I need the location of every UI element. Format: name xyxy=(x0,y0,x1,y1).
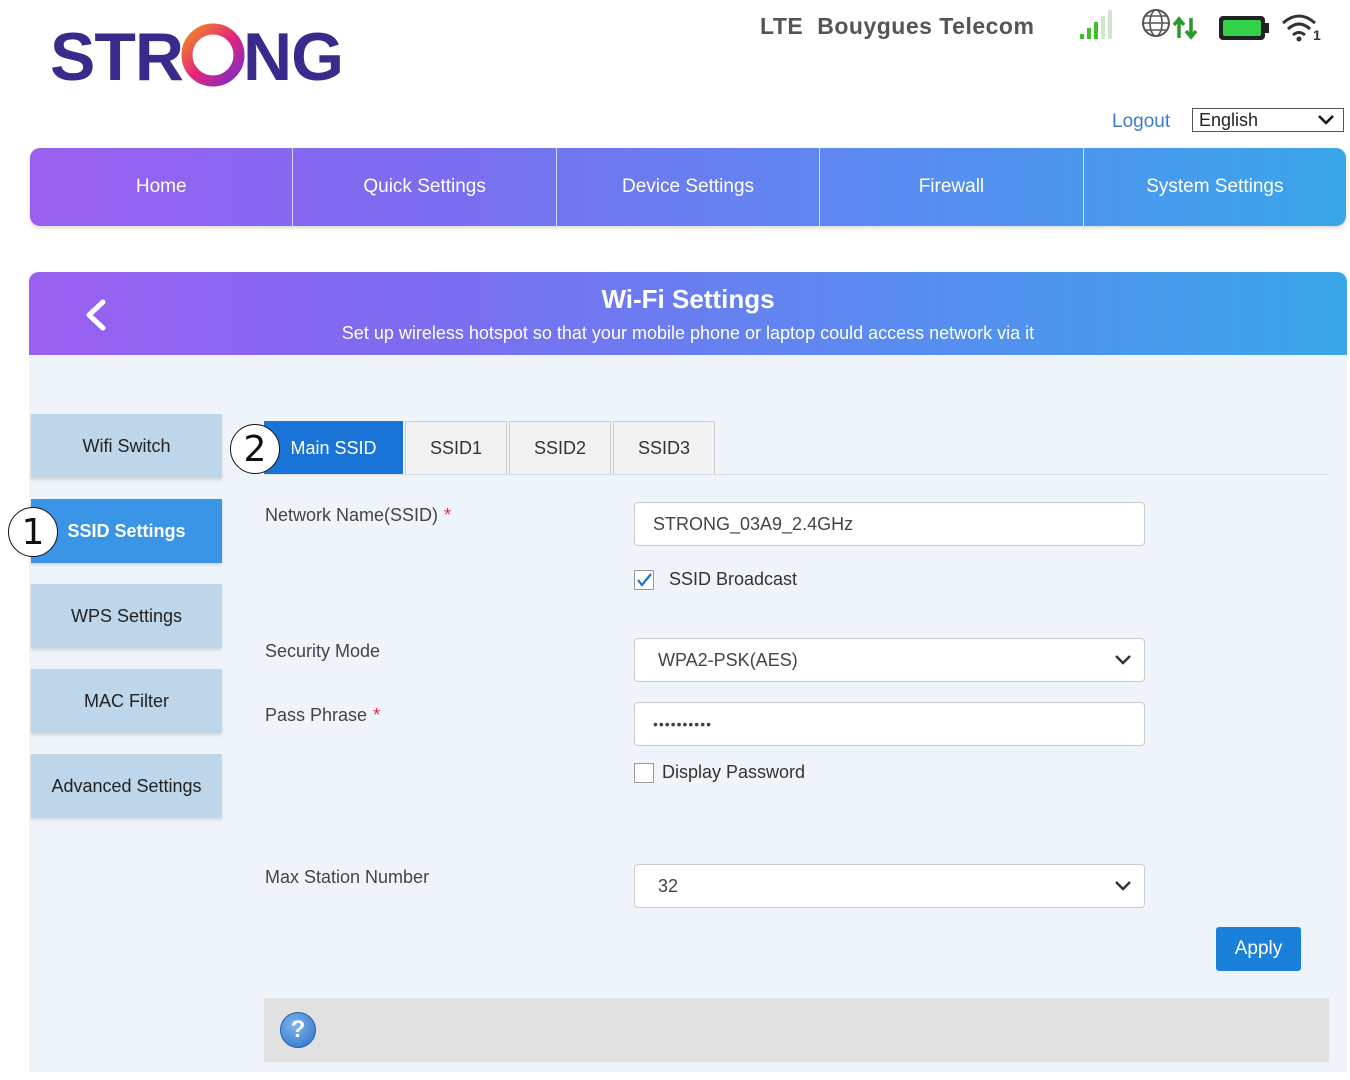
sidebar-item-ssid-settings[interactable]: SSID Settings xyxy=(31,499,222,563)
sidebar-item-advanced-settings[interactable]: Advanced Settings xyxy=(31,754,222,818)
required-mark: * xyxy=(373,705,381,725)
tab-main-ssid[interactable]: Main SSID xyxy=(264,421,403,474)
sidebar-item-wifi-switch[interactable]: Wifi Switch xyxy=(31,414,222,478)
sidebar-item-wps-settings[interactable]: WPS Settings xyxy=(31,584,222,648)
tab-divider xyxy=(264,474,1329,475)
tab-ssid3[interactable]: SSID3 xyxy=(613,421,715,474)
globe-data-icon xyxy=(1142,9,1198,40)
language-select[interactable]: English xyxy=(1192,108,1344,132)
security-mode-label: Security Mode xyxy=(265,641,381,661)
strong-logo: STR NG xyxy=(50,19,344,93)
pass-phrase-input[interactable]: •••••••••• xyxy=(634,702,1145,746)
nav-quick-settings[interactable]: Quick Settings xyxy=(293,148,557,226)
logout-link[interactable]: Logout xyxy=(1112,111,1170,133)
network-type: LTE xyxy=(760,12,804,39)
ssid-input[interactable]: STRONG_03A9_2.4GHz xyxy=(634,502,1145,546)
ssid-label: Network Name(SSID) * xyxy=(265,505,451,526)
signal-bars-icon xyxy=(1080,10,1112,39)
help-bar: ? xyxy=(264,998,1329,1062)
ssid-broadcast-checkbox[interactable] xyxy=(634,570,654,590)
max-station-label: Max Station Number xyxy=(265,867,430,887)
ssid-broadcast-label: SSID Broadcast xyxy=(669,569,798,589)
max-station-select[interactable]: 32 xyxy=(634,864,1145,908)
status-bar: LTE Bouygues Telecom xyxy=(760,8,1034,44)
chevron-down-icon xyxy=(1115,881,1131,891)
main-nav: Home Quick Settings Device Settings Fire… xyxy=(30,148,1346,226)
language-value: English xyxy=(1199,110,1259,130)
max-station-value: 32 xyxy=(658,875,679,896)
display-password-checkbox[interactable] xyxy=(634,763,654,783)
page-header: Wi-Fi Settings Set up wireless hotspot s… xyxy=(29,272,1347,355)
help-icon[interactable]: ? xyxy=(280,1012,316,1048)
security-mode-value: WPA2-PSK(AES) xyxy=(658,649,798,670)
nav-system-settings[interactable]: System Settings xyxy=(1084,148,1346,226)
nav-firewall[interactable]: Firewall xyxy=(820,148,1084,226)
svg-text:STR: STR xyxy=(50,19,183,93)
carrier-name: Bouygues Telecom xyxy=(817,12,1035,39)
battery-icon xyxy=(1219,16,1269,40)
chevron-down-icon xyxy=(1318,115,1334,125)
svg-text:NG: NG xyxy=(243,19,343,93)
page-title: Wi-Fi Settings xyxy=(601,284,775,314)
chevron-down-icon xyxy=(1115,655,1131,665)
apply-button[interactable]: Apply xyxy=(1216,927,1301,971)
callout-1: 1 xyxy=(8,507,58,557)
nav-home[interactable]: Home xyxy=(30,148,294,226)
nav-device-settings[interactable]: Device Settings xyxy=(557,148,821,226)
page-subtitle: Set up wireless hotspot so that your mob… xyxy=(341,323,1035,343)
checkmark-icon xyxy=(637,573,652,587)
display-password-label: Display Password xyxy=(662,762,806,782)
ssid-tabs: Main SSID SSID1 SSID2 SSID3 xyxy=(264,421,717,475)
ssid-label-text: Network Name(SSID) xyxy=(265,505,439,525)
required-mark: * xyxy=(444,505,452,525)
security-mode-select[interactable]: WPA2-PSK(AES) xyxy=(634,638,1145,682)
tab-ssid2[interactable]: SSID2 xyxy=(509,421,611,474)
carrier-info: LTE Bouygues Telecom xyxy=(760,13,1034,40)
callout-2: 2 xyxy=(230,424,280,474)
pass-phrase-label-text: Pass Phrase xyxy=(265,705,368,725)
sidebar-item-mac-filter[interactable]: MAC Filter xyxy=(31,669,222,733)
pass-phrase-label: Pass Phrase * xyxy=(265,705,380,726)
tab-ssid1[interactable]: SSID1 xyxy=(405,421,507,474)
wifi-client-count: 1 xyxy=(1313,27,1321,43)
